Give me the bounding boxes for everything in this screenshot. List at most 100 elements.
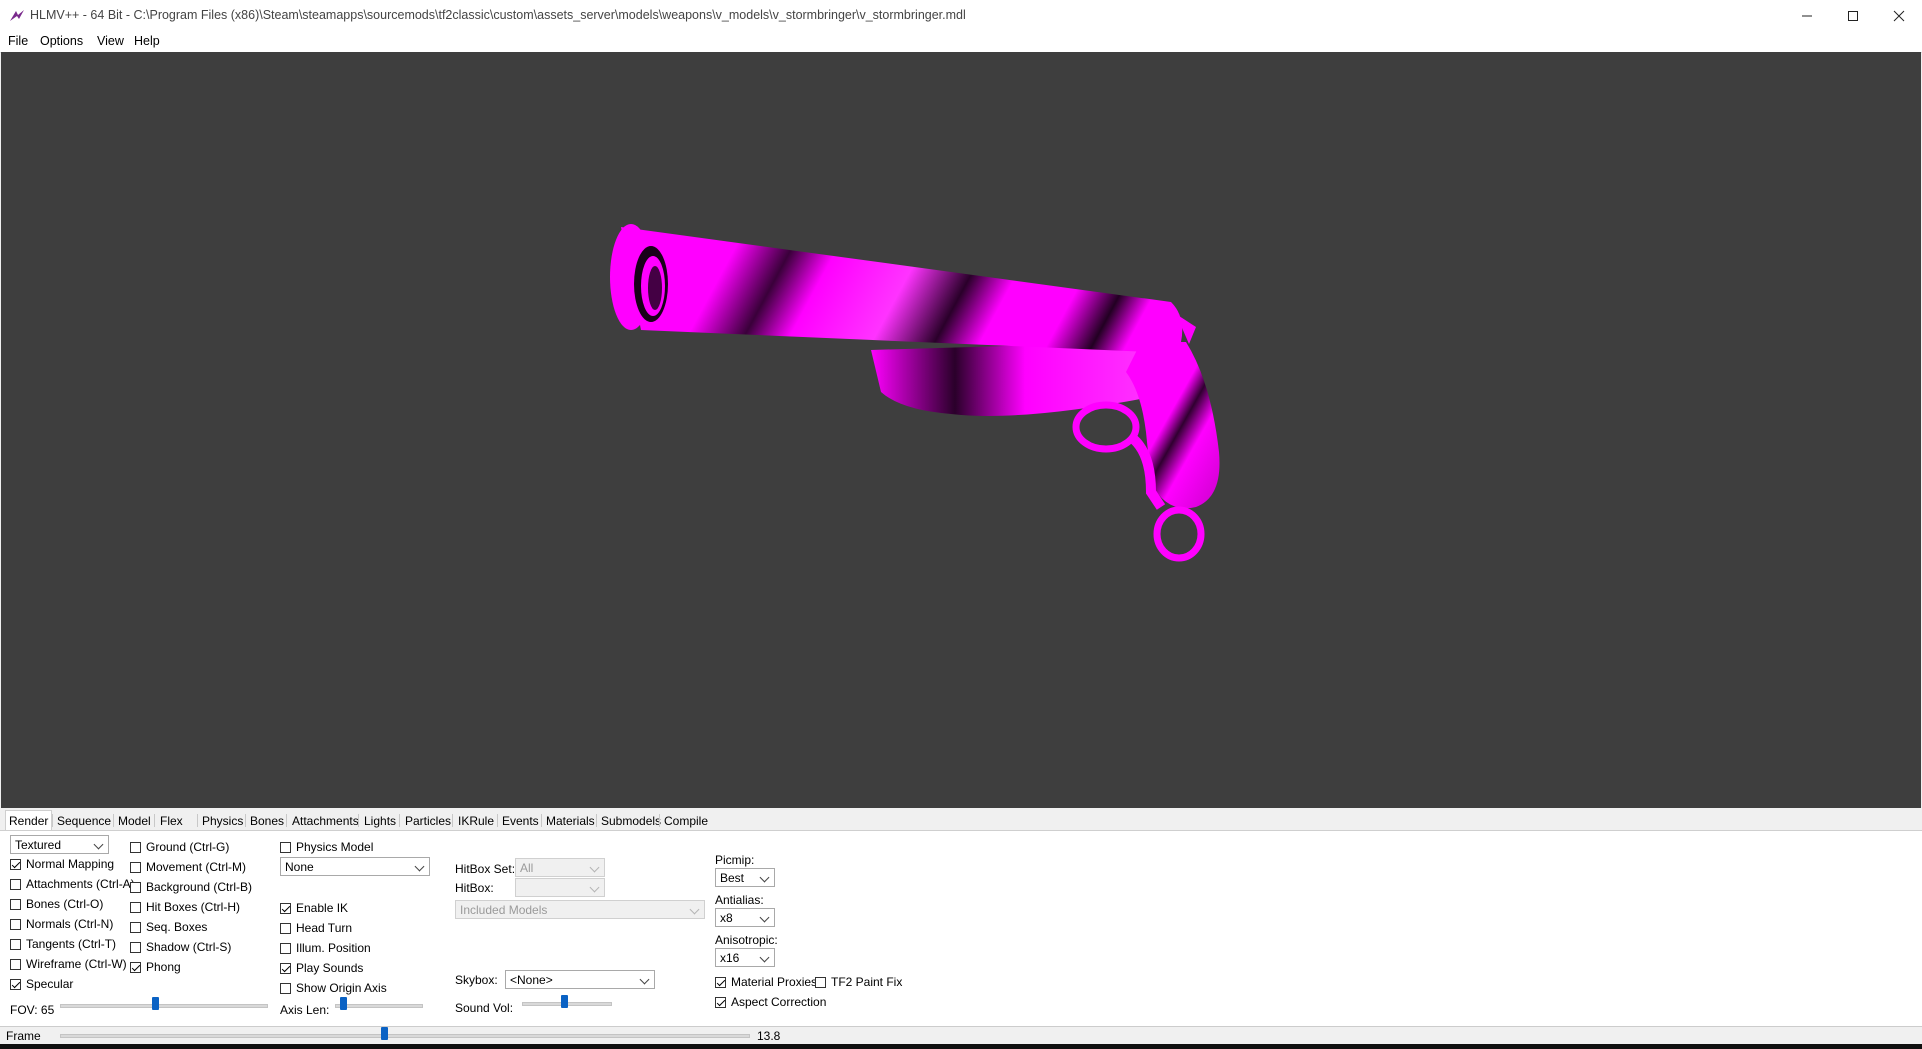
- hit-boxes-box: [130, 901, 141, 913]
- material-proxies-box: [715, 976, 726, 988]
- wireframe-checkbox[interactable]: Wireframe (Ctrl-W): [10, 957, 127, 971]
- tab-events[interactable]: Events: [499, 812, 542, 828]
- fov-slider[interactable]: [60, 997, 268, 1013]
- tab-compile[interactable]: Compile: [661, 812, 711, 828]
- sound-vol-slider-thumb[interactable]: [561, 995, 568, 1008]
- close-button[interactable]: [1876, 0, 1922, 31]
- anisotropic-select[interactable]: x16: [715, 948, 775, 967]
- material-proxies-checkbox[interactable]: Material Proxies: [715, 975, 817, 989]
- picmip-label: Picmip:: [715, 853, 755, 867]
- wireframe-box: [10, 958, 21, 970]
- seq-boxes-box: [130, 921, 141, 933]
- antialias-label: Antialias:: [715, 893, 764, 907]
- model-viewport[interactable]: [1, 52, 1921, 808]
- hit-boxes-label: Hit Boxes (Ctrl-H): [146, 900, 241, 914]
- axis-len-slider-thumb[interactable]: [340, 997, 347, 1010]
- ground-checkbox[interactable]: Ground (Ctrl-G): [130, 840, 229, 854]
- skybox-label: Skybox:: [455, 973, 498, 987]
- physics-model-select[interactable]: None: [280, 857, 430, 876]
- hitbox-select[interactable]: [515, 878, 605, 897]
- physics-model-value: None: [285, 860, 314, 874]
- included-models-select[interactable]: Included Models: [455, 900, 705, 919]
- attachments-box: [10, 878, 21, 890]
- tangents-checkbox[interactable]: Tangents (Ctrl-T): [10, 937, 116, 951]
- aspect-correction-checkbox[interactable]: Aspect Correction: [715, 995, 826, 1009]
- bones-checkbox[interactable]: Bones (Ctrl-O): [10, 897, 103, 911]
- sound-vol-slider[interactable]: [522, 995, 612, 1011]
- tab-render[interactable]: Render: [5, 810, 53, 830]
- frame-slider-thumb[interactable]: [381, 1027, 388, 1040]
- tab-ikrule[interactable]: IKRule: [455, 812, 497, 828]
- movement-checkbox[interactable]: Movement (Ctrl-M): [130, 860, 246, 874]
- tab-sequence[interactable]: Sequence: [54, 812, 114, 828]
- physics-model-box: [280, 841, 291, 853]
- minimize-icon: [1802, 15, 1812, 16]
- background-checkbox[interactable]: Background (Ctrl-B): [130, 880, 252, 894]
- hlmv-app-icon: [10, 10, 24, 21]
- shadow-box: [130, 941, 141, 953]
- menu-bar: File Options View Help: [0, 31, 1922, 53]
- aspect-correction-label: Aspect Correction: [731, 995, 827, 1009]
- frame-value: 13.8: [757, 1029, 781, 1043]
- tab-particles[interactable]: Particles: [402, 812, 454, 828]
- title-bar: HLMV++ - 64 Bit - C:\Program Files (x86)…: [0, 0, 1922, 31]
- attachments-label: Attachments (Ctrl-A): [26, 877, 135, 891]
- minimize-button[interactable]: [1784, 0, 1830, 31]
- material-proxies-label: Material Proxies: [731, 975, 818, 989]
- physics-model-checkbox[interactable]: Physics Model: [280, 840, 373, 854]
- tab-bones[interactable]: Bones: [247, 812, 287, 828]
- skybox-select[interactable]: <None>: [505, 970, 655, 989]
- antialias-select[interactable]: x8: [715, 908, 775, 927]
- tab-model[interactable]: Model: [115, 812, 154, 828]
- seq-boxes-checkbox[interactable]: Seq. Boxes: [130, 920, 207, 934]
- axis-len-slider[interactable]: [335, 997, 423, 1013]
- chevron-down-icon: [689, 904, 700, 915]
- tab-lights[interactable]: Lights: [361, 812, 399, 828]
- menu-options[interactable]: Options: [40, 34, 83, 48]
- frame-slider[interactable]: [60, 1027, 750, 1043]
- render-mode-select[interactable]: Textured: [10, 835, 109, 854]
- play-sounds-checkbox[interactable]: Play Sounds: [280, 961, 363, 975]
- picmip-select[interactable]: Best: [715, 868, 775, 887]
- phong-checkbox[interactable]: Phong: [130, 960, 181, 974]
- tf2-paint-fix-label: TF2 Paint Fix: [831, 975, 903, 989]
- anisotropic-label: Anisotropic:: [715, 933, 778, 947]
- physics-model-label: Physics Model: [296, 840, 374, 854]
- attachments-checkbox[interactable]: Attachments (Ctrl-A): [10, 877, 135, 891]
- tab-physics[interactable]: Physics: [199, 812, 246, 828]
- maximize-button[interactable]: [1830, 0, 1876, 31]
- bones-label: Bones (Ctrl-O): [26, 897, 104, 911]
- fov-slider-thumb[interactable]: [152, 997, 159, 1010]
- hitbox-set-value: All: [520, 861, 534, 875]
- normal-mapping-checkbox[interactable]: Normal Mapping: [10, 857, 114, 871]
- menu-view[interactable]: View: [97, 34, 124, 48]
- normals-checkbox[interactable]: Normals (Ctrl-N): [10, 917, 113, 931]
- shadow-checkbox[interactable]: Shadow (Ctrl-S): [130, 940, 231, 954]
- enable-ik-checkbox[interactable]: Enable IK: [280, 901, 348, 915]
- hitbox-label: HitBox:: [455, 881, 494, 895]
- tf2-paint-fix-checkbox[interactable]: TF2 Paint Fix: [815, 975, 902, 989]
- ground-box: [130, 841, 141, 853]
- tab-submodels[interactable]: Submodels: [598, 812, 664, 828]
- head-turn-checkbox[interactable]: Head Turn: [280, 921, 352, 935]
- tab-materials[interactable]: Materials: [543, 812, 598, 828]
- head-turn-box: [280, 922, 291, 934]
- chevron-down-icon: [639, 974, 650, 985]
- specular-box: [10, 978, 21, 990]
- menu-file[interactable]: File: [8, 34, 28, 48]
- render-panel: Textured Physics Model None FOV: 65 Axis…: [0, 831, 1922, 1026]
- shadow-label: Shadow (Ctrl-S): [146, 940, 232, 954]
- anisotropic-value: x16: [720, 951, 740, 965]
- head-turn-label: Head Turn: [296, 921, 353, 935]
- background-label: Background (Ctrl-B): [146, 880, 253, 894]
- hitbox-set-select[interactable]: All: [515, 858, 605, 877]
- tab-flex[interactable]: Flex: [157, 812, 186, 828]
- specular-checkbox[interactable]: Specular: [10, 977, 73, 991]
- menu-help[interactable]: Help: [134, 34, 160, 48]
- hit-boxes-checkbox[interactable]: Hit Boxes (Ctrl-H): [130, 900, 240, 914]
- tab-attachments[interactable]: Attachments: [289, 812, 362, 828]
- illum-position-label: Illum. Position: [296, 941, 371, 955]
- illum-position-checkbox[interactable]: Illum. Position: [280, 941, 371, 955]
- show-origin-axis-checkbox[interactable]: Show Origin Axis: [280, 981, 387, 995]
- play-sounds-box: [280, 962, 291, 974]
